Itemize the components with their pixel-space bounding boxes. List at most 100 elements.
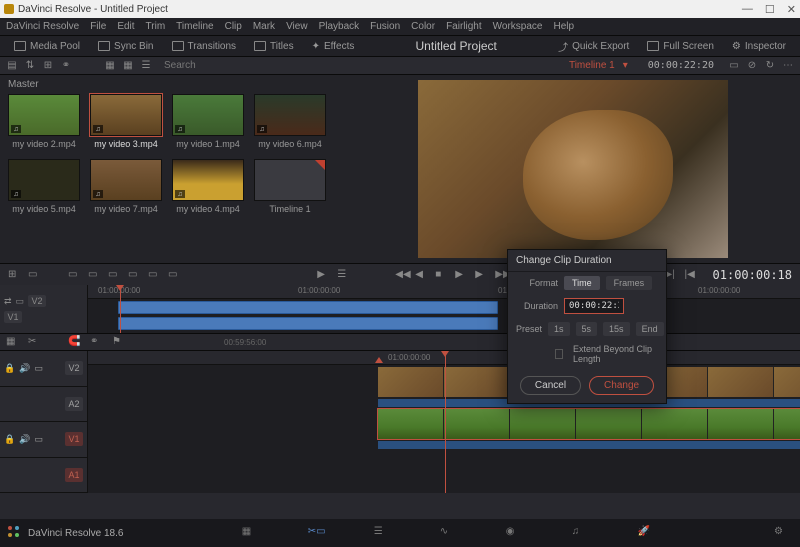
- ruler[interactable]: 01:00:00:00 01:00:00:00 01:00:00:00 01:0…: [88, 285, 800, 299]
- options-icon[interactable]: ⋯: [782, 60, 794, 72]
- format-frames-tab[interactable]: Frames: [606, 276, 653, 290]
- mute-icon[interactable]: 🔊: [19, 363, 30, 374]
- track-header[interactable]: V1: [4, 310, 83, 324]
- sort-icon[interactable]: ⇅: [24, 60, 36, 72]
- video-lane-selected[interactable]: [378, 409, 800, 439]
- menu-item[interactable]: Mark: [253, 21, 275, 32]
- lock-icon[interactable]: 🔒: [4, 434, 15, 445]
- ripple-icon[interactable]: ▭: [168, 269, 180, 281]
- next-frame-icon[interactable]: ▶: [475, 269, 487, 281]
- link-icon[interactable]: ⚭: [60, 60, 72, 72]
- media-pool-button[interactable]: Media Pool: [8, 39, 86, 54]
- bin-master[interactable]: Master: [8, 79, 337, 90]
- format-time-tab[interactable]: Time: [564, 276, 600, 290]
- clip-item[interactable]: ♫my video 4.mp4: [172, 159, 244, 214]
- mark-in-icon[interactable]: |◀: [685, 269, 697, 281]
- import-icon[interactable]: ⊞: [42, 60, 54, 72]
- titles-button[interactable]: Titles: [248, 39, 300, 54]
- chevron-down-icon[interactable]: ▾: [623, 60, 628, 71]
- clip-item[interactable]: ♫my video 7.mp4: [90, 159, 162, 214]
- extend-checkbox[interactable]: [555, 349, 563, 359]
- snap-icon[interactable]: 🧲: [68, 336, 80, 348]
- deliver-page-icon[interactable]: 🚀: [638, 526, 656, 540]
- list-view-icon[interactable]: ▤: [6, 60, 18, 72]
- prev-frame-icon[interactable]: ◀: [415, 269, 427, 281]
- clip-item[interactable]: Timeline 1: [254, 159, 326, 214]
- flag-icon[interactable]: ⚑: [112, 336, 124, 348]
- replace-icon[interactable]: ▭: [108, 269, 120, 281]
- clip-item[interactable]: ♫my video 3.mp4: [90, 94, 162, 149]
- search-input[interactable]: Search: [164, 60, 196, 71]
- playhead[interactable]: [120, 285, 121, 333]
- inspector-button[interactable]: ⚙Inspector: [726, 39, 792, 54]
- track-header[interactable]: 🔒🔊▭V1: [0, 422, 87, 458]
- timeline-clip[interactable]: [118, 301, 498, 314]
- overwrite-icon[interactable]: ▭: [88, 269, 100, 281]
- tool-icon[interactable]: ⊞: [8, 269, 20, 281]
- menu-item[interactable]: Fusion: [370, 21, 400, 32]
- duration-input[interactable]: [564, 298, 624, 314]
- menu-item[interactable]: Fairlight: [446, 21, 482, 32]
- track-header[interactable]: 🔒🔊▭V2: [0, 351, 87, 387]
- menu-item[interactable]: Color: [411, 21, 435, 32]
- cancel-button[interactable]: Cancel: [520, 376, 581, 395]
- settings-icon[interactable]: ☰: [337, 269, 349, 281]
- loop-icon[interactable]: ↻: [764, 60, 776, 72]
- fairlight-page-icon[interactable]: ♫: [572, 526, 590, 540]
- bypass-icon[interactable]: ⊘: [746, 60, 758, 72]
- menu-item[interactable]: Timeline: [176, 21, 213, 32]
- sync-bin-button[interactable]: Sync Bin: [92, 39, 159, 54]
- fusion-page-icon[interactable]: ∿: [440, 526, 458, 540]
- preset-5s-button[interactable]: 5s: [576, 322, 598, 336]
- source-viewer[interactable]: [345, 75, 800, 263]
- insert-icon[interactable]: ▭: [68, 269, 80, 281]
- filmstrip-icon[interactable]: ▦: [104, 60, 116, 72]
- list-icon[interactable]: ☰: [140, 60, 152, 72]
- full-screen-button[interactable]: Full Screen: [641, 39, 720, 54]
- link-icon[interactable]: ⚭: [90, 336, 102, 348]
- fit-icon[interactable]: ▭: [128, 269, 140, 281]
- cut-page-icon[interactable]: ✂▭: [308, 526, 326, 540]
- maximize-icon[interactable]: ☐: [765, 3, 775, 16]
- transitions-button[interactable]: Transitions: [166, 39, 243, 54]
- selection-tool-icon[interactable]: ▦: [6, 336, 18, 348]
- mute-icon[interactable]: 🔊: [19, 434, 30, 445]
- first-frame-icon[interactable]: ◀◀: [395, 269, 407, 281]
- tool-icon[interactable]: ▭: [28, 269, 40, 281]
- blade-tool-icon[interactable]: ✂: [28, 336, 40, 348]
- append-icon[interactable]: ▭: [148, 269, 160, 281]
- playhead[interactable]: [445, 351, 446, 493]
- menu-item[interactable]: Help: [553, 21, 574, 32]
- edit-page-icon[interactable]: ☰: [374, 526, 392, 540]
- timeline-name[interactable]: Timeline 1: [569, 60, 615, 71]
- grid-icon[interactable]: ▦: [122, 60, 134, 72]
- clip-item[interactable]: ♫my video 5.mp4: [8, 159, 80, 214]
- track-header[interactable]: A2: [0, 387, 87, 423]
- audio-clip[interactable]: [378, 441, 800, 449]
- prev-edit-icon[interactable]: ▶: [317, 269, 329, 281]
- lower-timeline-lanes[interactable]: 01:00:00:00: [88, 351, 800, 493]
- render-cache-icon[interactable]: ▭: [728, 60, 740, 72]
- preset-1s-button[interactable]: 1s: [548, 322, 570, 336]
- stop-icon[interactable]: ■: [435, 269, 447, 281]
- menu-item[interactable]: Clip: [225, 21, 242, 32]
- media-page-icon[interactable]: ▦: [242, 526, 260, 540]
- menu-item[interactable]: Trim: [146, 21, 166, 32]
- track-header[interactable]: A1: [0, 458, 87, 494]
- menu-item[interactable]: File: [90, 21, 106, 32]
- timeline-clip[interactable]: [118, 317, 498, 330]
- project-settings-icon[interactable]: ⚙: [774, 526, 792, 540]
- change-button[interactable]: Change: [589, 376, 654, 395]
- minimize-icon[interactable]: —: [742, 3, 753, 16]
- menu-item[interactable]: Edit: [117, 21, 134, 32]
- last-frame-icon[interactable]: ▶▶: [495, 269, 507, 281]
- color-page-icon[interactable]: ◉: [506, 526, 524, 540]
- disable-icon[interactable]: ▭: [34, 363, 43, 374]
- clip-item[interactable]: ♫my video 2.mp4: [8, 94, 80, 149]
- menu-item[interactable]: Playback: [319, 21, 360, 32]
- close-icon[interactable]: ✕: [787, 3, 796, 16]
- quick-export-button[interactable]: ⤴Quick Export: [552, 37, 635, 56]
- play-icon[interactable]: ▶: [455, 269, 467, 281]
- clip-item[interactable]: ♫my video 1.mp4: [172, 94, 244, 149]
- lock-icon[interactable]: 🔒: [4, 363, 15, 374]
